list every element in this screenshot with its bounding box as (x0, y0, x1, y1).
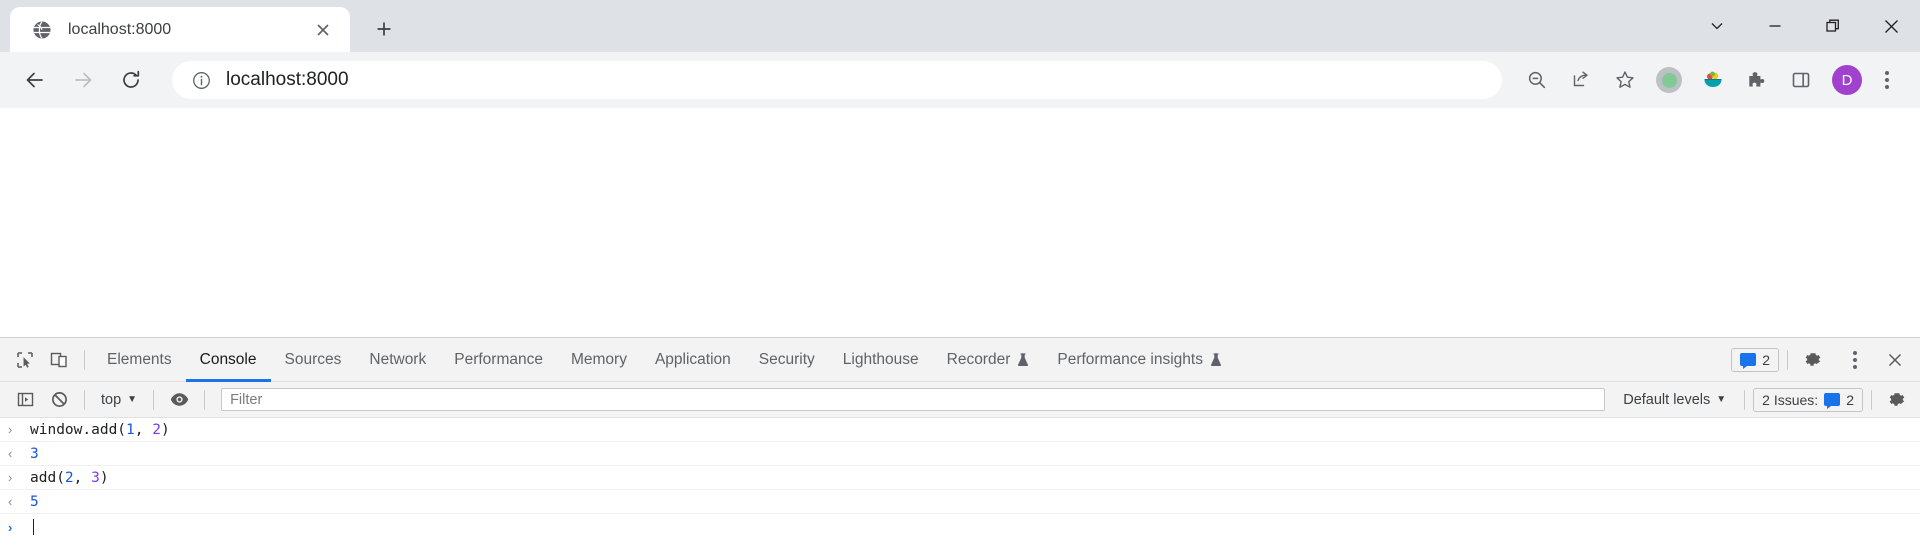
devtools-tab-bar-actions: 2 (1731, 341, 1920, 379)
console-input-row[interactable]: › window.add(1, 2) (0, 418, 1920, 442)
address-bar-url: localhost:8000 (226, 69, 349, 90)
issues-badge-count: 2 (1762, 351, 1770, 368)
inspect-element-icon[interactable] (8, 343, 42, 377)
console-input-expression: window.add(1, 2) (30, 421, 170, 438)
devtools-tab-network[interactable]: Network (355, 338, 440, 382)
toolbar-divider (1871, 389, 1872, 410)
console-prompt-arrow: › (8, 519, 13, 535)
page-viewport (0, 108, 1920, 338)
three-dot-menu-icon[interactable] (1868, 61, 1906, 99)
experiment-flask-icon (1210, 352, 1222, 367)
devtools-more-menu-icon[interactable] (1836, 341, 1874, 379)
clear-console-icon[interactable] (42, 383, 76, 417)
devtools-tab-performance-insights-label: Performance insights (1057, 350, 1203, 368)
toolbar-divider (1744, 389, 1746, 410)
address-bar[interactable]: localhost:8000 (172, 61, 1502, 99)
console-issues-button[interactable]: 2 Issues: 2 (1753, 387, 1863, 412)
console-result-row: ‹ 3 (0, 442, 1920, 466)
toolbar-divider (84, 349, 85, 370)
toolbar-divider (204, 389, 206, 410)
devtools-settings-gear-icon[interactable] (1796, 343, 1830, 377)
console-issues-count: 2 (1846, 391, 1854, 408)
chevron-down-button[interactable] (1688, 0, 1746, 52)
devtools-tab-application[interactable]: Application (641, 338, 745, 382)
browser-tab-title: localhost:8000 (68, 20, 172, 38)
devtools-tab-console[interactable]: Console (186, 338, 271, 382)
console-result-value: 3 (30, 445, 39, 462)
console-input-expression: add(2, 3) (30, 469, 109, 486)
console-log-levels-selector[interactable]: Default levels ▼ (1613, 392, 1736, 408)
toolbar-divider (84, 389, 85, 410)
console-output-arrow: ‹ (8, 446, 13, 461)
restore-button[interactable] (1804, 0, 1862, 52)
tab-close-icon[interactable] (310, 17, 336, 43)
forward-arrow-icon (62, 59, 104, 101)
chevron-down-icon: ▼ (1716, 394, 1727, 405)
devtools-tab-sources[interactable]: Sources (271, 338, 356, 382)
reload-icon[interactable] (110, 59, 152, 101)
globe-icon (32, 20, 52, 40)
minimize-button[interactable] (1746, 0, 1804, 52)
console-sidebar-icon[interactable] (8, 383, 42, 417)
issues-badge[interactable]: 2 (1731, 347, 1779, 372)
console-filter-input[interactable] (221, 388, 1606, 411)
console-input-row[interactable]: › add(2, 3) (0, 466, 1920, 490)
console-context-selector[interactable]: top ▼ (93, 392, 145, 408)
text-cursor (33, 519, 34, 535)
browser-toolbar: localhost:8000 D (0, 52, 1920, 108)
profile-avatar[interactable]: D (1832, 65, 1862, 95)
zoom-out-icon[interactable] (1518, 61, 1556, 99)
side-panel-icon[interactable] (1782, 61, 1820, 99)
devtools-tab-recorder[interactable]: Recorder (933, 338, 1044, 382)
extension-fruit-bowl-icon[interactable] (1694, 61, 1732, 99)
devtools-tab-performance[interactable]: Performance (440, 338, 557, 382)
toolbar-divider (1787, 349, 1788, 370)
device-toolbar-icon[interactable] (42, 343, 76, 377)
browser-tab[interactable]: localhost:8000 (10, 7, 350, 52)
bookmark-star-icon[interactable] (1606, 61, 1644, 99)
devtools-tab-memory[interactable]: Memory (557, 338, 641, 382)
console-message-list[interactable]: › window.add(1, 2) ‹ 3 › add(2, 3) ‹ 5 › (0, 418, 1920, 549)
console-issues-label: 2 Issues: (1762, 391, 1819, 408)
console-prompt-row[interactable]: › (0, 514, 1920, 540)
console-input-arrow: › (8, 422, 13, 437)
devtools-close-icon[interactable] (1878, 343, 1912, 377)
devtools-tab-security[interactable]: Security (745, 338, 829, 382)
toolbar-divider (153, 389, 155, 410)
console-log-levels-label: Default levels (1623, 391, 1711, 408)
console-output-arrow: ‹ (8, 494, 13, 509)
console-result-value: 5 (30, 493, 39, 510)
window-controls (1688, 0, 1920, 52)
console-filter-bar: top ▼ Default levels ▼ 2 Issues: 2 (0, 382, 1920, 418)
console-input-arrow: › (8, 470, 13, 485)
experiment-flask-icon (1017, 352, 1029, 367)
devtools-tab-elements[interactable]: Elements (93, 338, 186, 382)
message-bubble-icon (1824, 393, 1841, 409)
close-button[interactable] (1862, 0, 1920, 52)
devtools-tab-lighthouse[interactable]: Lighthouse (829, 338, 933, 382)
share-icon[interactable] (1562, 61, 1600, 99)
devtools-tab-recorder-label: Recorder (946, 350, 1011, 368)
chevron-down-icon: ▼ (127, 394, 138, 405)
extensions-puzzle-icon[interactable] (1738, 61, 1776, 99)
console-settings-gear-icon[interactable] (1880, 383, 1914, 417)
browser-tab-strip: localhost:8000 (0, 0, 1920, 52)
new-tab-button[interactable] (364, 9, 404, 49)
devtools-tab-performance-insights[interactable]: Performance insights (1043, 338, 1236, 382)
extension-green-circle-icon[interactable] (1650, 61, 1688, 99)
console-result-row: ‹ 5 (0, 490, 1920, 514)
devtools-tab-bar: Elements Console Sources Network Perform… (0, 338, 1920, 382)
console-context-value: top (101, 391, 122, 408)
message-bubble-icon (1740, 353, 1757, 369)
back-arrow-icon[interactable] (14, 59, 56, 101)
devtools-panel: Elements Console Sources Network Perform… (0, 338, 1920, 549)
info-circle-icon[interactable] (190, 69, 212, 91)
live-expression-eye-icon[interactable] (162, 383, 196, 417)
